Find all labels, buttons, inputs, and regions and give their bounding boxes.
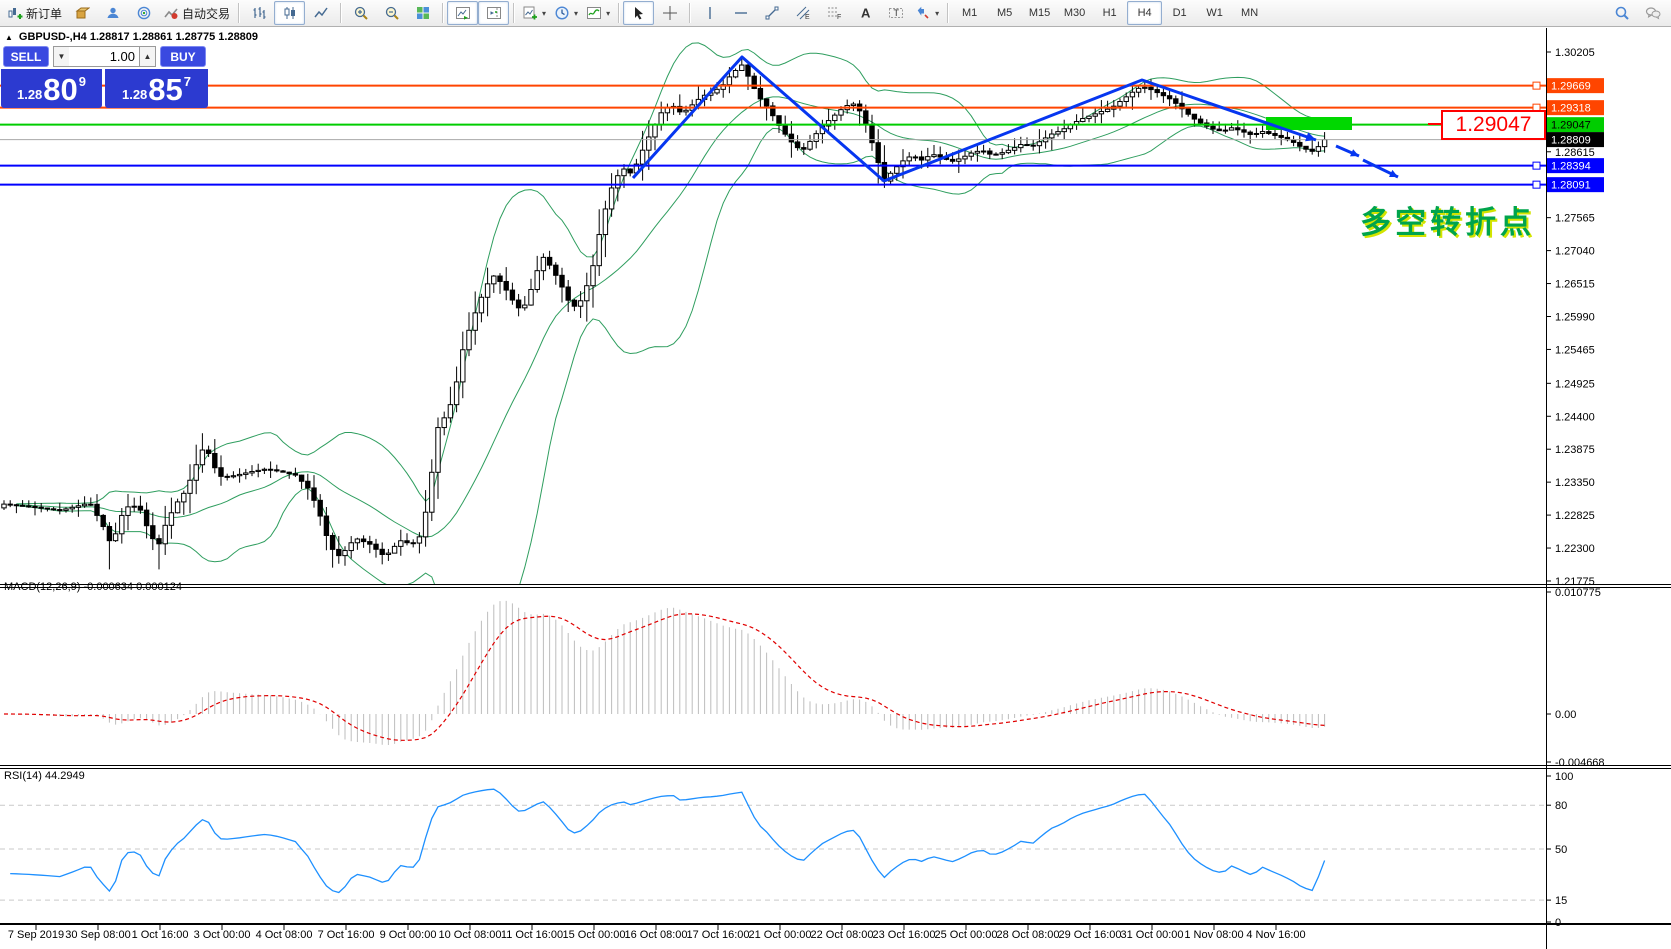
svg-text:1.30205: 1.30205 xyxy=(1555,47,1595,59)
buy-price-pip: 7 xyxy=(183,74,192,89)
svg-text:1.29318: 1.29318 xyxy=(1551,103,1591,115)
svg-text:7 Oct 16:00: 7 Oct 16:00 xyxy=(318,929,375,941)
sell-price-pip: 9 xyxy=(78,74,87,89)
symbol-ohlc-text: GBPUSD-,H4 1.28817 1.28861 1.28775 1.288… xyxy=(18,31,259,43)
svg-text:22 Oct 08:00: 22 Oct 08:00 xyxy=(811,929,874,941)
price-level-callout[interactable]: 1.29047 xyxy=(1441,110,1546,140)
svg-text:1.27565: 1.27565 xyxy=(1555,213,1595,225)
sell-button[interactable]: SELL xyxy=(3,46,49,67)
svg-text:1.28394: 1.28394 xyxy=(1551,161,1591,173)
volume-input[interactable]: 1.00 xyxy=(69,46,140,67)
macd-panel[interactable] xyxy=(4,600,1326,745)
svg-text:0.010775: 0.010775 xyxy=(1555,587,1601,599)
blue-arrow[interactable] xyxy=(1362,158,1399,179)
svg-text:1.23875: 1.23875 xyxy=(1555,444,1595,456)
sell-price-prefix: 1.28 xyxy=(16,87,43,102)
svg-text:1.28091: 1.28091 xyxy=(1551,180,1591,192)
svg-text:30 Sep 08:00: 30 Sep 08:00 xyxy=(65,929,130,941)
svg-text:4 Oct 08:00: 4 Oct 08:00 xyxy=(256,929,313,941)
price-scale[interactable]: 1.30205 1.28615 1.27565 1.27040 1.26515 1.259… xyxy=(1546,47,1605,929)
bollinger-bands xyxy=(16,42,1325,584)
turning-point-annotation[interactable]: 多空转折点 xyxy=(1360,197,1535,242)
svg-text:1.27040: 1.27040 xyxy=(1555,246,1595,258)
main-chart-panel[interactable] xyxy=(1,42,1328,650)
svg-text:80: 80 xyxy=(1555,800,1567,812)
macd-signal-line xyxy=(4,613,1325,741)
svg-text:25 Oct 00:00: 25 Oct 00:00 xyxy=(935,929,998,941)
svg-text:1 Oct 16:00: 1 Oct 16:00 xyxy=(132,929,189,941)
volume-increase-button[interactable]: ▲ xyxy=(139,46,156,67)
svg-text:1.29047: 1.29047 xyxy=(1551,120,1591,132)
svg-text:1.25465: 1.25465 xyxy=(1555,344,1595,356)
svg-text:21 Oct 00:00: 21 Oct 00:00 xyxy=(749,929,812,941)
svg-text:1.22825: 1.22825 xyxy=(1555,510,1595,522)
svg-text:1 Nov 08:00: 1 Nov 08:00 xyxy=(1184,929,1243,941)
macd-indicator-label: MACD(12,26,9) -0.000634 0.000124 xyxy=(4,581,182,593)
line-handle[interactable] xyxy=(1532,161,1541,170)
buy-price-prefix: 1.28 xyxy=(121,87,148,102)
line-handle[interactable] xyxy=(1532,180,1541,189)
rsi-indicator-label: RSI(14) 44.2949 xyxy=(4,770,85,782)
svg-text:1.28615: 1.28615 xyxy=(1555,147,1595,159)
svg-text:1.28809: 1.28809 xyxy=(1551,135,1591,147)
svg-text:1.24925: 1.24925 xyxy=(1555,378,1595,390)
horizontal-line-objects[interactable] xyxy=(0,81,1546,189)
chart-title: ▲ GBPUSD-,H4 1.28817 1.28861 1.28775 1.2… xyxy=(5,31,258,43)
line-handle[interactable] xyxy=(1532,81,1541,90)
svg-text:17 Oct 16:00: 17 Oct 16:00 xyxy=(687,929,750,941)
rsi-panel[interactable] xyxy=(0,788,1546,901)
svg-text:7 Sep 2019: 7 Sep 2019 xyxy=(8,929,64,941)
sell-price-big: 80 xyxy=(43,72,78,107)
svg-text:0: 0 xyxy=(1555,917,1561,929)
svg-text:16 Oct 08:00: 16 Oct 08:00 xyxy=(625,929,688,941)
svg-text:3 Oct 00:00: 3 Oct 00:00 xyxy=(194,929,251,941)
svg-text:1.29669: 1.29669 xyxy=(1551,81,1591,93)
chart-canvas[interactable]: 1.30205 1.28615 1.27565 1.27040 1.26515 1.259… xyxy=(0,0,1671,949)
svg-text:1.22300: 1.22300 xyxy=(1555,543,1595,555)
svg-text:0.00: 0.00 xyxy=(1555,709,1576,721)
svg-text:1.26515: 1.26515 xyxy=(1555,279,1595,291)
volume-decrease-button[interactable]: ▼ xyxy=(53,46,70,67)
svg-text:4 Nov 16:00: 4 Nov 16:00 xyxy=(1246,929,1305,941)
svg-text:1.23350: 1.23350 xyxy=(1555,477,1595,489)
chart-overlay-objects xyxy=(0,55,1546,189)
svg-text:1.25990: 1.25990 xyxy=(1555,311,1595,323)
svg-text:1.24400: 1.24400 xyxy=(1555,411,1595,423)
buy-button[interactable]: BUY xyxy=(160,46,206,67)
collapse-icon[interactable]: ▲ xyxy=(5,33,13,42)
svg-text:28 Oct 08:00: 28 Oct 08:00 xyxy=(997,929,1060,941)
svg-text:-0.004668: -0.004668 xyxy=(1555,757,1605,769)
svg-text:11 Oct 16:00: 11 Oct 16:00 xyxy=(501,929,563,941)
one-click-trading-panel: SELL ▼ 1.00 ▲ BUY 1.28 80 9 1.28 85 7 xyxy=(1,46,208,109)
macd-histogram xyxy=(9,600,1326,745)
buy-price-big: 85 xyxy=(148,72,183,107)
svg-text:100: 100 xyxy=(1555,771,1573,783)
svg-text:23 Oct 16:00: 23 Oct 16:00 xyxy=(873,929,936,941)
mt4-terminal: 新订单 自动交易 ▾ ▾ ▾ E F A T ▾ M1 M5 M15 M30 H1 H4 D1 W1 MN 1.30… xyxy=(0,0,1671,949)
svg-text:15: 15 xyxy=(1555,895,1567,907)
svg-text:15 Oct 00:00: 15 Oct 00:00 xyxy=(563,929,626,941)
svg-text:29 Oct 16:00: 29 Oct 16:00 xyxy=(1059,929,1122,941)
svg-text:10 Oct 08:00: 10 Oct 08:00 xyxy=(439,929,502,941)
blue-arrow[interactable] xyxy=(1335,144,1360,158)
buy-price[interactable]: 1.28 85 7 xyxy=(105,69,208,108)
sell-price[interactable]: 1.28 80 9 xyxy=(1,69,102,108)
time-axis[interactable]: 7 Sep 2019 30 Sep 08:00 1 Oct 16:00 3 Oct 0… xyxy=(8,924,1306,941)
svg-text:9 Oct 00:00: 9 Oct 00:00 xyxy=(380,929,437,941)
svg-text:50: 50 xyxy=(1555,844,1567,856)
candlesticks xyxy=(1,57,1328,570)
svg-text:31 Oct 00:00: 31 Oct 00:00 xyxy=(1121,929,1184,941)
rsi-line xyxy=(10,788,1326,894)
